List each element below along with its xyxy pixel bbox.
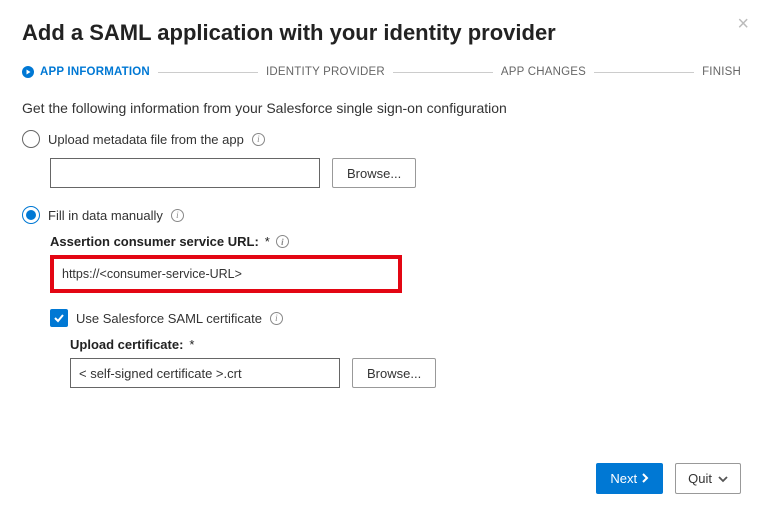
step-label: FINISH: [702, 66, 741, 78]
info-icon[interactable]: i: [252, 133, 265, 146]
step-active-icon: [22, 66, 34, 78]
step-app-changes: APP CHANGES: [501, 66, 586, 78]
label-text: Upload certificate:: [70, 337, 183, 352]
required-mark: *: [265, 234, 270, 249]
info-icon[interactable]: i: [270, 312, 283, 325]
metadata-file-row: Browse...: [50, 158, 741, 188]
checkbox-saml-cert[interactable]: [50, 309, 68, 327]
dialog-title: Add a SAML application with your identit…: [22, 20, 741, 46]
step-connector: [158, 72, 258, 73]
metadata-file-field[interactable]: [50, 158, 320, 188]
radio-row-manual[interactable]: Fill in data manually i: [22, 206, 741, 224]
step-finish: FINISH: [702, 66, 741, 78]
button-label: Quit: [688, 471, 712, 486]
acs-url-label: Assertion consumer service URL: * i: [50, 234, 741, 249]
step-label: IDENTITY PROVIDER: [266, 66, 385, 78]
next-button[interactable]: Next: [596, 463, 663, 494]
radio-label: Upload metadata file from the app: [48, 132, 244, 147]
step-app-information: APP INFORMATION: [22, 66, 150, 78]
browse-cert-button[interactable]: Browse...: [352, 358, 436, 388]
step-identity-provider: IDENTITY PROVIDER: [266, 66, 385, 78]
cert-file-field[interactable]: < self-signed certificate >.crt: [70, 358, 340, 388]
label-text: Assertion consumer service URL:: [50, 234, 259, 249]
chevron-right-icon: [641, 471, 649, 486]
dialog-footer: Next Quit: [596, 463, 741, 494]
step-label: APP CHANGES: [501, 66, 586, 78]
required-mark: *: [189, 337, 194, 352]
step-connector: [393, 72, 493, 73]
acs-url-input[interactable]: [56, 261, 396, 287]
browse-metadata-button[interactable]: Browse...: [332, 158, 416, 188]
info-icon[interactable]: i: [276, 235, 289, 248]
close-icon[interactable]: ×: [737, 14, 749, 34]
step-label: APP INFORMATION: [40, 66, 150, 78]
chevron-down-icon: [718, 471, 728, 486]
cert-file-row: < self-signed certificate >.crt Browse..…: [70, 358, 741, 388]
radio-row-upload-metadata[interactable]: Upload metadata file from the app i: [22, 130, 741, 148]
checkbox-row-saml-cert[interactable]: Use Salesforce SAML certificate i: [50, 309, 741, 327]
radio-upload-metadata[interactable]: [22, 130, 40, 148]
button-label: Next: [610, 471, 637, 486]
upload-cert-label: Upload certificate: *: [70, 337, 741, 352]
quit-button[interactable]: Quit: [675, 463, 741, 494]
checkbox-label: Use Salesforce SAML certificate: [76, 311, 262, 326]
info-icon[interactable]: i: [171, 209, 184, 222]
step-connector: [594, 72, 694, 73]
step-indicator: APP INFORMATION IDENTITY PROVIDER APP CH…: [22, 66, 741, 78]
radio-manual[interactable]: [22, 206, 40, 224]
acs-url-highlight: [50, 255, 402, 293]
intro-text: Get the following information from your …: [22, 100, 741, 116]
cert-filename: < self-signed certificate >.crt: [79, 366, 242, 381]
radio-label: Fill in data manually: [48, 208, 163, 223]
